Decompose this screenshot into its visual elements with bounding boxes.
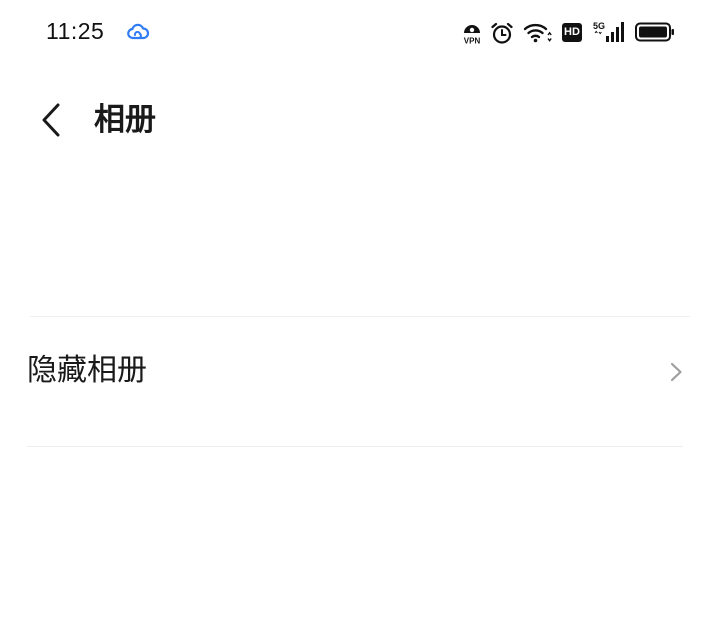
back-button[interactable]: [36, 100, 66, 140]
divider: [27, 446, 683, 447]
chevron-right-icon: [668, 361, 684, 383]
hd-icon: HD: [562, 23, 582, 42]
vpn-icon: VPN: [460, 21, 484, 45]
page-title: 相册: [94, 102, 156, 138]
list-item-hidden-album[interactable]: 隐藏相册: [0, 317, 720, 446]
status-bar: 11:25 VPN HD 5G: [0, 0, 720, 64]
chevron-left-icon: [42, 103, 60, 137]
network-label: 5G: [593, 21, 605, 31]
list-item-label: 隐藏相册: [27, 353, 147, 388]
alarm-icon: [490, 21, 514, 45]
vpn-label: VPN: [464, 37, 481, 46]
status-time: 11:25: [46, 18, 105, 44]
signal-5g-icon: 5G: [593, 20, 625, 44]
battery-icon: [635, 22, 675, 42]
cloud-sync-icon: [127, 22, 149, 42]
wifi-icon: [523, 20, 553, 44]
